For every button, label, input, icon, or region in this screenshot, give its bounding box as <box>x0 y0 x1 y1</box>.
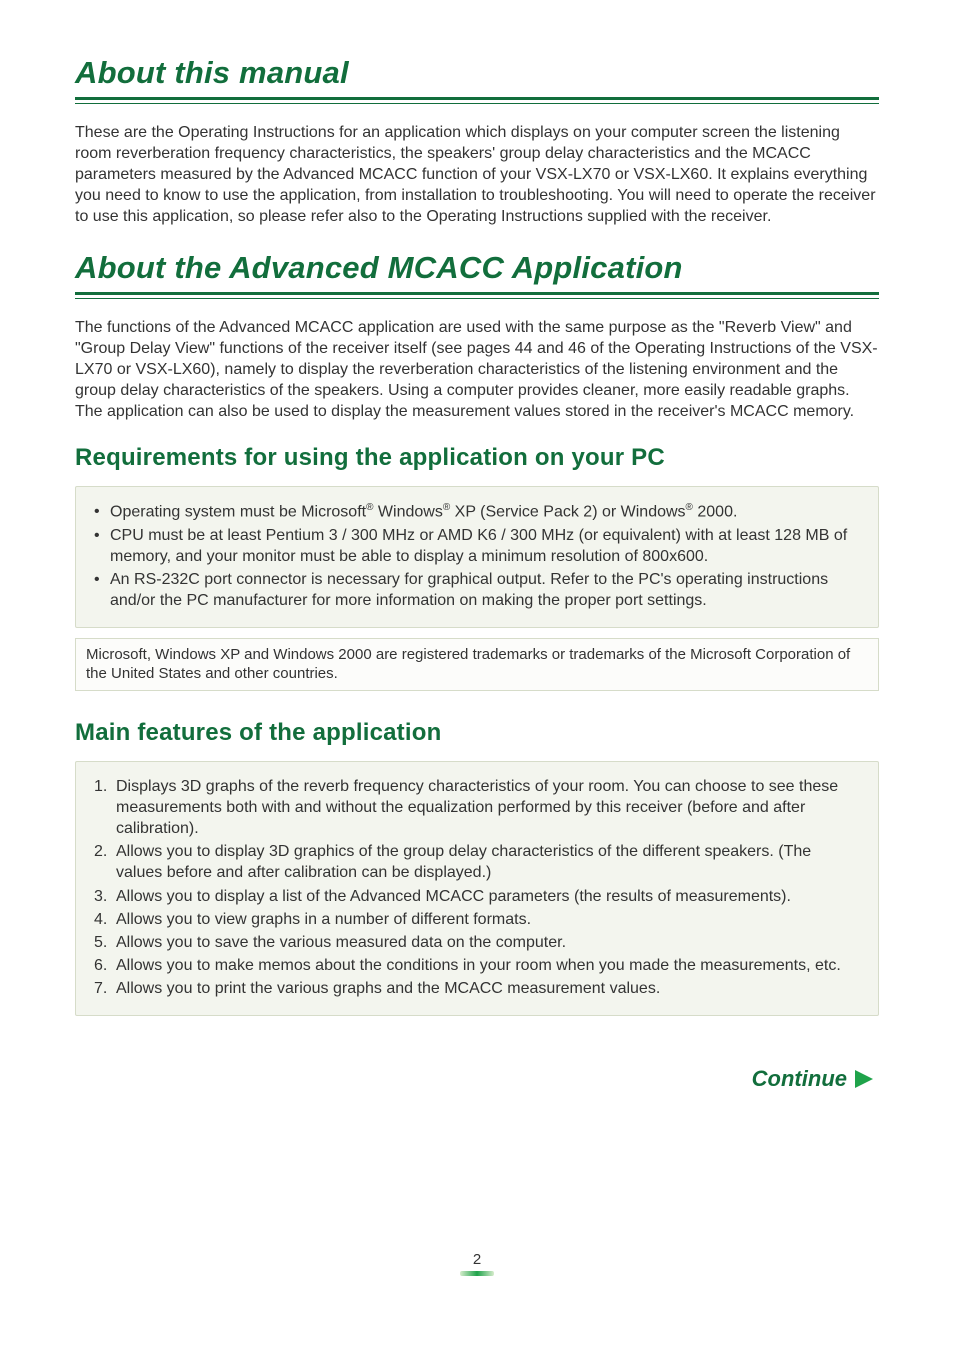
feature-item: Displays 3D graphs of the reverb frequen… <box>94 776 860 839</box>
requirement-item: An RS-232C port connector is necessary f… <box>94 569 860 611</box>
req-text: XP (Service Pack 2) or Windows <box>450 503 685 520</box>
feature-item: Allows you to save the various measured … <box>94 932 860 953</box>
feature-item: Allows you to view graphs in a number of… <box>94 909 860 930</box>
req-text: Windows <box>373 503 442 520</box>
document-page: About this manual These are the Operatin… <box>0 0 954 1346</box>
features-panel: Displays 3D graphs of the reverb frequen… <box>75 761 879 1016</box>
requirement-item: CPU must be at least Pentium 3 / 300 MHz… <box>94 525 860 567</box>
arrow-right-icon <box>855 1070 873 1088</box>
heading-about-app: About the Advanced MCACC Application <box>75 250 879 286</box>
about-manual-body: These are the Operating Instructions for… <box>75 122 879 228</box>
about-app-body: The functions of the Advanced MCACC appl… <box>75 317 879 423</box>
feature-item: Allows you to display 3D graphics of the… <box>94 841 860 883</box>
heading-rule <box>75 97 879 104</box>
requirements-list: Operating system must be Microsoft ® Wind… <box>94 501 860 611</box>
req-text: 2000. <box>693 503 737 520</box>
heading-rule <box>75 292 879 299</box>
continue-container: Continue <box>75 1066 879 1092</box>
page-number: 2 <box>473 1251 481 1268</box>
feature-item: Allows you to print the various graphs a… <box>94 978 860 999</box>
feature-item: Allows you to make memos about the condi… <box>94 955 860 976</box>
requirement-item: Operating system must be Microsoft ® Wind… <box>94 501 860 522</box>
features-list: Displays 3D graphs of the reverb frequen… <box>94 776 860 999</box>
registered-symbol: ® <box>686 502 693 513</box>
page-number-decor-icon <box>460 1271 494 1276</box>
requirements-panel: Operating system must be Microsoft ® Wind… <box>75 486 879 628</box>
req-text: Operating system must be Microsoft <box>110 503 366 520</box>
feature-item: Allows you to display a list of the Adva… <box>94 886 860 907</box>
continue-link[interactable]: Continue <box>752 1066 873 1092</box>
trademark-note: Microsoft, Windows XP and Windows 2000 a… <box>75 638 879 691</box>
heading-about-manual: About this manual <box>75 55 879 91</box>
heading-features: Main features of the application <box>75 719 879 747</box>
continue-label: Continue <box>752 1066 847 1092</box>
heading-requirements: Requirements for using the application o… <box>75 444 879 472</box>
page-footer: 2 <box>0 1251 954 1276</box>
